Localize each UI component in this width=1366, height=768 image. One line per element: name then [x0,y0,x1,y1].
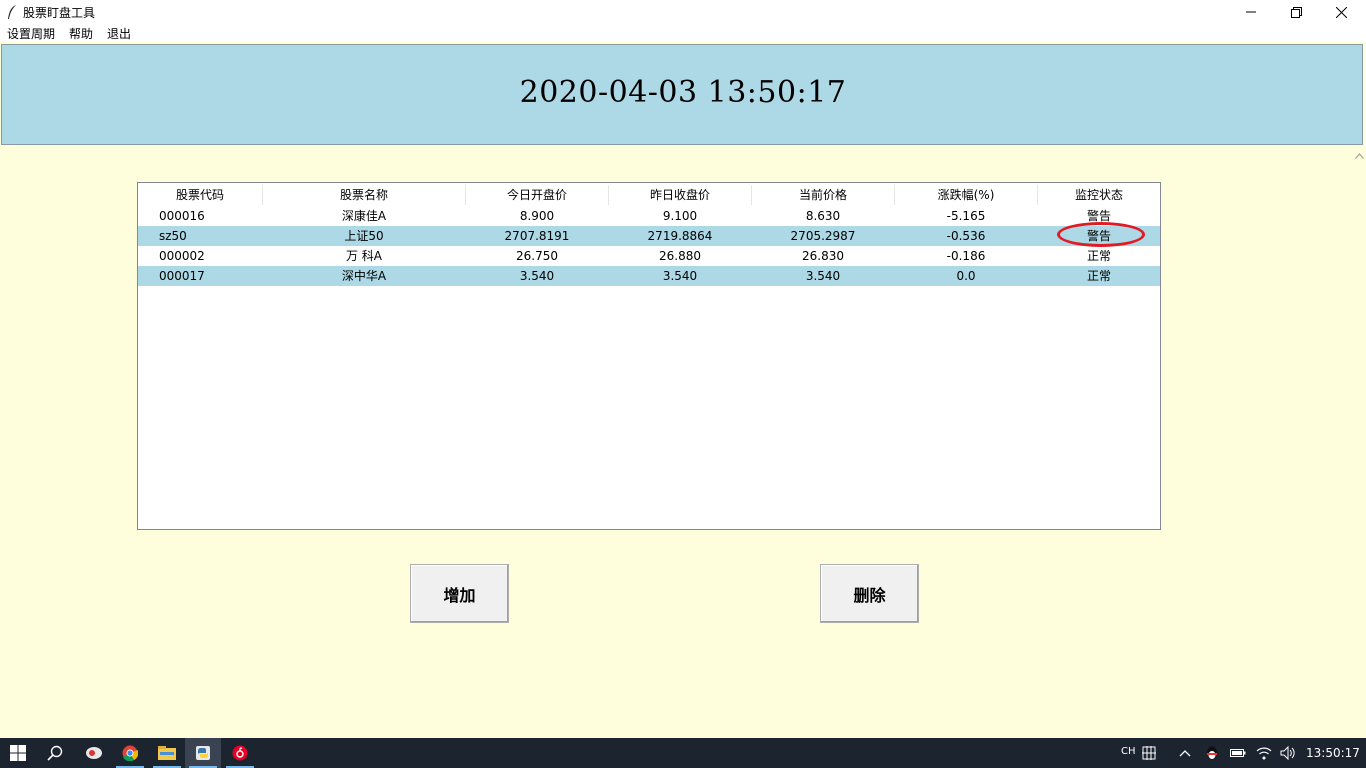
taskbar-clock[interactable]: 13:50:17 [1306,746,1360,760]
header-status[interactable]: 监控状态 [1038,183,1160,207]
cell-name: 深中华A [341,269,387,283]
qq-penguin-icon [1207,746,1217,760]
cell-current: 26.830 [802,249,844,263]
cell-code: 000016 [159,209,205,223]
cell-change: 0.0 [956,269,976,283]
header-code[interactable]: 股票代码 [138,183,262,207]
cell-change: -0.186 [946,249,986,263]
header-current[interactable]: 当前价格 [752,183,894,207]
taskbar: CH 13:50:17 [0,738,1366,768]
feather-icon [8,5,16,19]
cell-name: 万 科A [345,249,383,263]
volume-icon [1280,746,1295,760]
menu-help[interactable]: 帮助 [69,25,93,42]
cell-code: sz50 [159,229,187,243]
header-open[interactable]: 今日开盘价 [466,183,608,207]
title-bar: 股票盯盘工具 [0,0,1366,24]
menu-set-period[interactable]: 设置周期 [7,25,55,42]
table-row[interactable]: 000016 深康佳A 8.900 9.100 8.630 -5.165 警告 [138,206,1160,226]
tray-network[interactable] [1252,738,1276,768]
close-button[interactable] [1318,0,1364,24]
cell-prev-close: 9.100 [662,209,698,223]
tray-battery[interactable] [1226,738,1250,768]
netease-music-icon [232,745,248,761]
cell-current: 2705.2987 [790,229,856,243]
cell-change: -5.165 [946,209,986,223]
table-row[interactable]: sz50 上证50 2707.8191 2719.8864 2705.2987 … [138,226,1160,246]
table-row[interactable]: 000017 深中华A 3.540 3.540 3.540 0.0 正常 [138,266,1160,286]
header-change[interactable]: 涨跌幅(%) [895,183,1037,207]
tray-qq[interactable] [1200,738,1224,768]
chevron-up-icon [1179,750,1191,757]
cell-open: 3.540 [519,269,555,283]
highlight-circle [1057,222,1145,247]
clock-panel: 2020-04-03 13:50:17 [1,44,1363,145]
cell-prev-close: 3.540 [662,269,698,283]
window-title: 股票盯盘工具 [23,6,96,20]
tray-expand[interactable] [1173,738,1197,768]
cell-prev-close: 26.880 [659,249,701,263]
taskbar-explorer[interactable] [149,738,185,768]
cell-open: 8.900 [519,209,555,223]
chevron-up-icon [1354,153,1364,159]
table-row[interactable]: 000002 万 科A 26.750 26.880 26.830 -0.186 … [138,246,1160,266]
header-prev-close[interactable]: 昨日收盘价 [609,183,751,207]
battery-icon [1230,749,1246,757]
ime-grid-icon [1142,746,1156,760]
cell-open: 26.750 [516,249,558,263]
cell-open: 2707.8191 [504,229,570,243]
clock-datetime: 2020-04-03 13:50:17 [519,75,847,110]
stock-table[interactable]: 股票代码 股票名称 今日开盘价 昨日收盘价 当前价格 涨跌幅(%) 监控状态 0… [137,182,1161,530]
taskbar-app[interactable] [76,738,112,768]
cell-status: 正常 [1086,269,1111,283]
cell-name: 深康佳A [341,209,387,223]
cell-code: 000017 [159,269,205,283]
cell-change: -0.536 [946,229,986,243]
taskbar-python[interactable] [185,738,221,768]
file-explorer-icon [158,746,176,760]
start-button[interactable] [0,738,36,768]
taskbar-chrome[interactable] [112,738,148,768]
windows-start-icon [10,745,26,761]
close-icon [1335,6,1347,18]
cell-current: 8.630 [805,209,841,223]
wifi-icon [1256,747,1272,760]
menu-bar: 设置周期 帮助 退出 [0,24,1366,42]
cell-name: 上证50 [344,229,384,243]
restore-button[interactable] [1273,0,1319,24]
menu-exit[interactable]: 退出 [107,25,131,42]
minimize-icon [1246,11,1256,13]
cell-prev-close: 2719.8864 [647,229,713,243]
python-icon [196,746,210,760]
cell-code: 000002 [159,249,205,263]
chrome-icon [122,745,138,761]
scroll-up-arrow[interactable] [1354,150,1364,162]
tray-volume[interactable] [1276,738,1300,768]
cell-status: 正常 [1086,249,1111,263]
cell-current: 3.540 [805,269,841,283]
header-name[interactable]: 股票名称 [263,183,465,207]
delete-button[interactable]: 删除 [820,564,919,623]
table-header: 股票代码 股票名称 今日开盘价 昨日收盘价 当前价格 涨跌幅(%) 监控状态 [138,183,1160,207]
search-icon [47,745,63,761]
ime-toggle[interactable] [1131,738,1167,768]
add-button[interactable]: 增加 [410,564,509,623]
minimize-button[interactable] [1228,0,1274,24]
restore-icon [1290,6,1302,18]
app-icon [86,747,102,759]
search-button[interactable] [37,738,73,768]
taskbar-netease[interactable] [222,738,258,768]
